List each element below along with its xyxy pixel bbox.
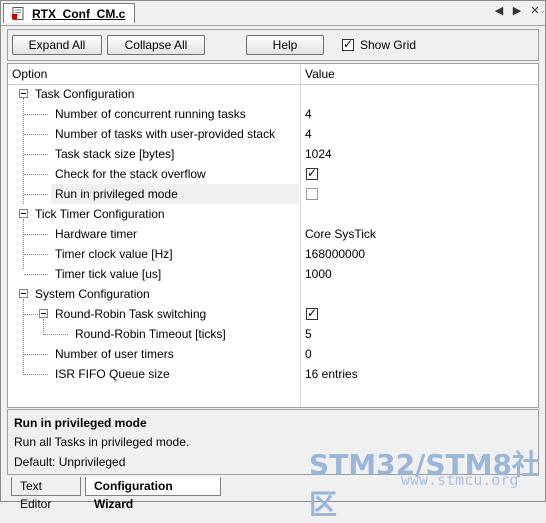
tree-branch xyxy=(24,134,48,135)
tree-branch xyxy=(24,314,38,315)
grid-header: Option Value xyxy=(8,64,538,85)
tree-branch xyxy=(44,334,68,335)
close-icon[interactable]: ✕ xyxy=(529,4,541,17)
row-label: System Configuration xyxy=(35,287,150,301)
row-label: Timer tick value [us] xyxy=(55,267,162,281)
tree-branch xyxy=(24,154,48,155)
expand-all-button[interactable]: Expand All xyxy=(12,35,102,55)
grid-row-user-timers[interactable]: Number of user timers 0 xyxy=(8,344,538,364)
grid-row-timer-clock[interactable]: Timer clock value [Hz] 168000000 xyxy=(8,244,538,264)
row-label: Run in privileged mode xyxy=(55,187,178,201)
grid-row-tick-timer-configuration[interactable]: Tick Timer Configuration xyxy=(8,204,538,224)
collapse-all-button[interactable]: Collapse All xyxy=(107,35,205,55)
file-tab[interactable]: RTX_Conf_CM.c xyxy=(3,3,135,23)
options-grid: Option Value Task Configuration Number o… xyxy=(7,63,539,408)
grid-row-task-stack-size[interactable]: Task stack size [bytes] 1024 xyxy=(8,144,538,164)
grid-row-system-configuration[interactable]: System Configuration xyxy=(8,284,538,304)
round-robin-checkbox[interactable]: ✓ xyxy=(306,306,318,320)
grid-row-timer-tick[interactable]: Timer tick value [us] 1000 xyxy=(8,264,538,284)
row-label: Task Configuration xyxy=(35,87,135,101)
scroll-left-icon[interactable]: ◀ xyxy=(493,4,505,17)
show-grid-option[interactable]: ✓ Show Grid xyxy=(342,37,417,52)
row-label: Round-Robin Timeout [ticks] xyxy=(75,327,226,341)
grid-row-concurrent-tasks[interactable]: Number of concurrent running tasks 4 xyxy=(8,104,538,124)
grid-row-user-stack-tasks[interactable]: Number of tasks with user-provided stack… xyxy=(8,124,538,144)
row-label: Number of concurrent running tasks xyxy=(55,107,246,121)
tab-controls: ◀ ▶ ✕ xyxy=(493,4,541,17)
row-value[interactable]: 168000000 xyxy=(305,247,365,261)
row-label: Round-Robin Task switching xyxy=(55,307,207,321)
show-grid-checkbox[interactable]: ✓ xyxy=(342,37,354,51)
row-value[interactable]: 5 xyxy=(305,327,312,341)
view-tabs: Text Editor Configuration Wizard xyxy=(1,477,545,511)
collapse-icon[interactable] xyxy=(39,309,48,318)
privileged-mode-checkbox[interactable] xyxy=(306,188,318,200)
row-value[interactable]: 4 xyxy=(305,127,312,141)
grid-row-hardware-timer[interactable]: Hardware timer Core SysTick xyxy=(8,224,538,244)
row-value[interactable]: 1000 xyxy=(305,267,332,281)
option-column-header: Option xyxy=(12,67,48,81)
row-value[interactable]: 4 xyxy=(305,107,312,121)
help-button[interactable]: Help xyxy=(246,35,324,55)
tab-configuration-wizard[interactable]: Configuration Wizard xyxy=(85,477,221,511)
grid-row-round-robin-timeout[interactable]: Round-Robin Timeout [ticks] 5 xyxy=(8,324,538,344)
value-column-header: Value xyxy=(305,67,335,81)
row-label: Timer clock value [Hz] xyxy=(55,247,173,261)
tree-branch xyxy=(24,174,48,175)
row-label: Tick Timer Configuration xyxy=(35,207,165,221)
editor-window: RTX_Conf_CM.c ◀ ▶ ✕ Expand All Collapse … xyxy=(0,0,546,521)
row-label: ISR FIFO Queue size xyxy=(55,367,170,381)
row-label: Hardware timer xyxy=(55,227,138,241)
stack-overflow-checkbox[interactable]: ✓ xyxy=(306,166,318,180)
tree-branch xyxy=(24,274,48,275)
row-value[interactable]: 16 entries xyxy=(305,367,358,381)
description-default: Default: Unprivileged xyxy=(14,455,126,469)
tree-branch xyxy=(24,354,48,355)
check-icon: ✓ xyxy=(307,306,318,320)
collapse-icon[interactable] xyxy=(19,209,28,218)
tree-branch xyxy=(24,234,48,235)
scroll-right-icon[interactable]: ▶ xyxy=(511,4,523,17)
row-value[interactable]: 0 xyxy=(305,347,312,361)
row-value[interactable]: 1024 xyxy=(305,147,332,161)
row-label: Task stack size [bytes] xyxy=(55,147,175,161)
collapse-icon[interactable] xyxy=(19,89,28,98)
show-grid-label: Show Grid xyxy=(360,38,417,52)
grid-row-task-configuration[interactable]: Task Configuration xyxy=(8,84,538,104)
grid-row-stack-overflow[interactable]: Check for the stack overflow ✓ xyxy=(8,164,538,184)
tree-branch xyxy=(24,374,48,375)
tree-branch xyxy=(24,114,48,115)
grid-row-round-robin[interactable]: Round-Robin Task switching ✓ xyxy=(8,304,538,324)
row-label: Number of tasks with user-provided stack xyxy=(55,127,276,141)
row-label: Number of user timers xyxy=(55,347,174,361)
row-label: Check for the stack overflow xyxy=(55,167,206,181)
file-tab-bar: RTX_Conf_CM.c ◀ ▶ ✕ xyxy=(1,1,545,26)
tree-branch xyxy=(24,254,48,255)
file-tab-label: RTX_Conf_CM.c xyxy=(32,6,126,21)
tab-text-editor[interactable]: Text Editor xyxy=(11,477,81,511)
collapse-icon[interactable] xyxy=(19,289,28,298)
row-value[interactable]: Core SysTick xyxy=(305,227,376,241)
description-title: Run in privileged mode xyxy=(14,416,147,430)
grid-row-isr-fifo[interactable]: ISR FIFO Queue size 16 entries xyxy=(8,364,538,384)
tree-branch xyxy=(24,194,48,195)
check-icon: ✓ xyxy=(307,166,318,180)
grid-row-privileged-mode[interactable]: Run in privileged mode xyxy=(8,184,538,204)
c-file-icon xyxy=(12,7,24,20)
description-text: Run all Tasks in privileged mode. xyxy=(14,435,190,449)
wizard-toolbar: Expand All Collapse All Help ✓ Show Grid xyxy=(7,29,539,61)
check-icon: ✓ xyxy=(343,37,354,51)
